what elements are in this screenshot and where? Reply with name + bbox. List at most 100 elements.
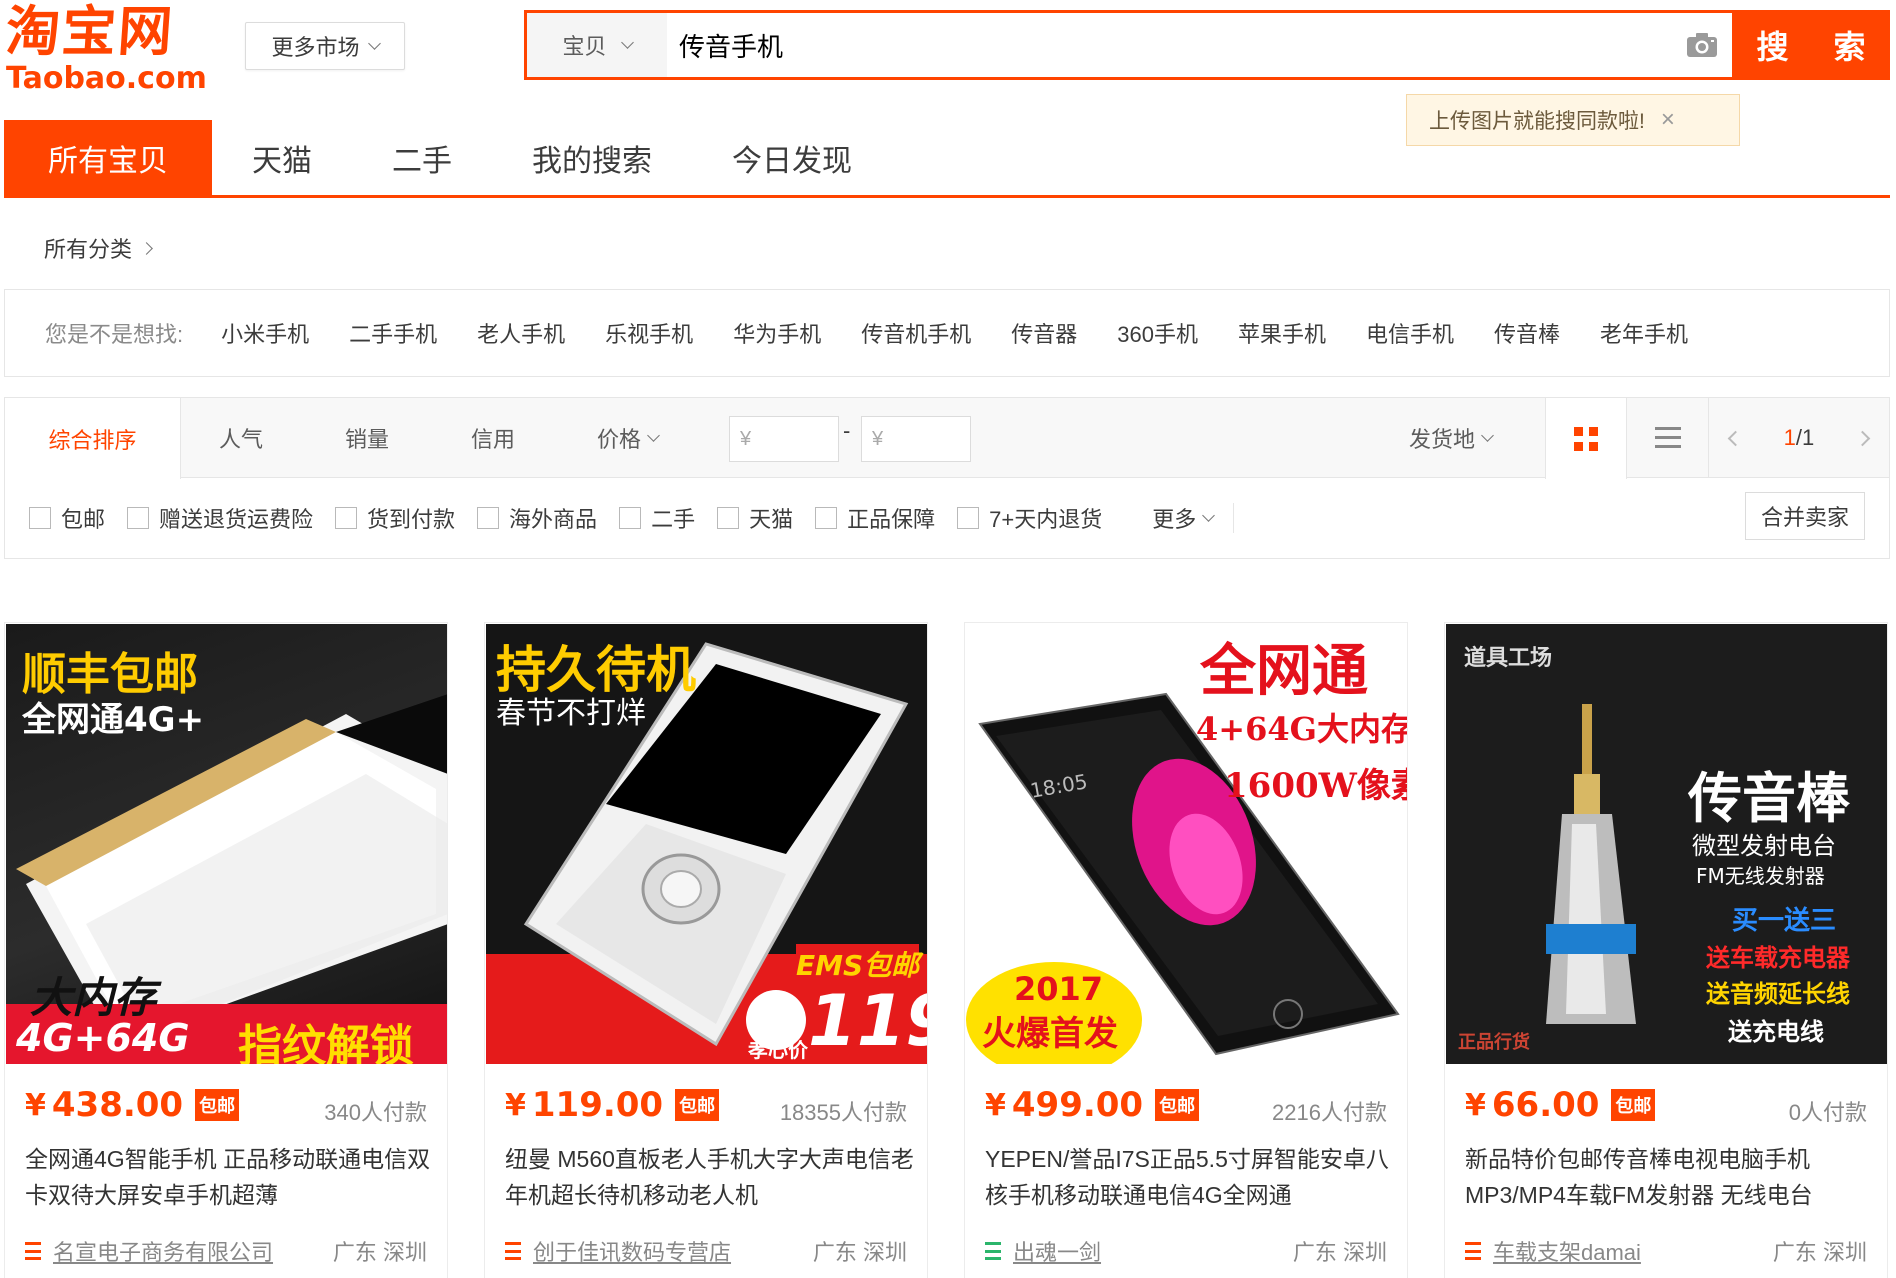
- shop-name: 车载支架damai: [1493, 1240, 1641, 1265]
- sort-sales[interactable]: 销量: [345, 398, 389, 478]
- taobao-logo[interactable]: 淘宝网 Taobao.com: [3, 0, 216, 94]
- product-card[interactable]: 道具工场 传音棒 微型发射电台 FM无线发射器 买一送三 送车载充电器 送音频延…: [1444, 622, 1888, 1278]
- promo-text: 4G+64G: [16, 1016, 190, 1060]
- checkbox[interactable]: [127, 507, 150, 529]
- promo-text: 119: [808, 980, 927, 1062]
- price-max-input[interactable]: ¥: [861, 416, 971, 462]
- filter-cod[interactable]: 货到付款: [335, 502, 455, 534]
- tab-all-items[interactable]: 所有宝贝: [4, 120, 212, 195]
- product-title[interactable]: 全网通4G智能手机 正品移动联通电信双卡双待大屏安卓手机超薄: [25, 1141, 435, 1213]
- promo-text: FM无线发射器: [1696, 864, 1825, 888]
- promo-text: 孝心价: [748, 1038, 808, 1062]
- filter-7day-return[interactable]: 7+天内退货: [957, 502, 1102, 534]
- filter-label: 天猫: [749, 507, 794, 532]
- filter-secondhand[interactable]: 二手: [619, 502, 695, 534]
- suggest-keyword[interactable]: 华为手机: [733, 317, 821, 349]
- promo-text: 微型发射电台: [1692, 832, 1836, 860]
- checkbox[interactable]: [717, 507, 740, 529]
- filter-tmall[interactable]: 天猫: [717, 502, 793, 534]
- filter-return-insurance[interactable]: 赠送退货运费险: [127, 502, 313, 534]
- checkbox[interactable]: [815, 507, 838, 529]
- sort-popularity[interactable]: 人气: [219, 398, 263, 478]
- grid-view-icon[interactable]: [1545, 398, 1627, 479]
- search-input[interactable]: 传音手机: [667, 13, 1672, 77]
- suggest-keyword[interactable]: 360手机: [1117, 317, 1198, 349]
- product-price: ¥438.00 包邮: [25, 1085, 240, 1125]
- search-button[interactable]: 搜 索: [1732, 10, 1890, 80]
- product-image[interactable]: 道具工场 传音棒 微型发射电台 FM无线发射器 买一送三 送车载充电器 送音频延…: [1446, 624, 1887, 1064]
- search-scope-select[interactable]: 宝贝: [527, 13, 667, 77]
- search-tabs: 所有宝贝 天猫 二手 我的搜索 今日发现: [4, 120, 1890, 198]
- product-title[interactable]: YEPEN/誉品I7S正品5.5寸屏智能安卓八核手机移动联通电信4G全网通: [985, 1141, 1395, 1213]
- all-categories-link[interactable]: 所有分类: [44, 232, 153, 264]
- suggest-keyword[interactable]: 小米手机: [221, 317, 309, 349]
- product-image[interactable]: 持久待机 春节不打烊 EMS包邮 孝心价 119: [486, 624, 927, 1064]
- product-price: ¥499.00 包邮: [985, 1085, 1200, 1125]
- currency-symbol: ¥: [25, 1087, 46, 1123]
- price-min-input[interactable]: ¥: [729, 416, 839, 462]
- suggest-keyword[interactable]: 电信手机: [1366, 317, 1454, 349]
- product-title[interactable]: 新品特价包邮传音棒电视电脑手机MP3/MP4车载FM发射器 无线电台: [1465, 1141, 1875, 1213]
- did-you-mean-label: 您是不是想找:: [45, 322, 184, 347]
- promo-text: 2017: [1014, 970, 1104, 1008]
- shop-link[interactable]: 车载支架damai: [1465, 1235, 1641, 1267]
- more-markets-label: 更多市场: [271, 35, 360, 60]
- suggest-keyword[interactable]: 传音器: [1011, 317, 1077, 349]
- tab-secondhand[interactable]: 二手: [352, 120, 492, 195]
- checkbox[interactable]: [477, 507, 500, 529]
- checkbox[interactable]: [957, 507, 980, 529]
- sort-price-label: 价格: [597, 427, 642, 452]
- suggest-keyword[interactable]: 传音机手机: [861, 317, 971, 349]
- camera-icon[interactable]: [1672, 13, 1732, 77]
- product-image[interactable]: 顺丰包邮 全网通4G+ 大内存 4G+64G 指纹解锁: [6, 624, 447, 1064]
- promo-text: 春节不打烊: [496, 696, 646, 731]
- product-sales: 18355人付款: [779, 1100, 907, 1125]
- shop-icon: [985, 1242, 1001, 1260]
- tab-my-searches[interactable]: 我的搜索: [492, 120, 692, 195]
- product-location: 广东 深圳: [1292, 1240, 1387, 1265]
- suggest-keyword[interactable]: 老年手机: [1600, 317, 1688, 349]
- shop-name: 名宣电子商务有限公司: [53, 1240, 274, 1265]
- checkbox[interactable]: [335, 507, 358, 529]
- product-card[interactable]: 顺丰包邮 全网通4G+ 大内存 4G+64G 指纹解锁 ¥438.00 包邮 3…: [4, 622, 448, 1278]
- shop-name: 出魂一剑: [1013, 1240, 1102, 1265]
- suggest-keyword[interactable]: 乐视手机: [605, 317, 693, 349]
- product-card[interactable]: 全网通 4+64G大内存 1600W像素 2017 火爆首发 18:05 ¥49…: [964, 622, 1408, 1278]
- filter-overseas[interactable]: 海外商品: [477, 502, 597, 534]
- filter-genuine[interactable]: 正品保障: [815, 502, 935, 534]
- sort-price[interactable]: 价格: [597, 398, 660, 478]
- filter-label: 7+天内退货: [989, 507, 1103, 532]
- shop-link[interactable]: 出魂一剑: [985, 1235, 1101, 1267]
- filter-label: 正品保障: [847, 507, 936, 532]
- chevron-down-icon: [1202, 508, 1216, 522]
- prev-page-icon[interactable]: [1727, 430, 1744, 446]
- sort-credit[interactable]: 信用: [471, 398, 515, 478]
- price-value: 499.00: [1011, 1085, 1144, 1125]
- logo-text-cn: 淘宝网: [3, 0, 177, 63]
- chevron-down-icon: [1481, 428, 1494, 442]
- suggest-keyword[interactable]: 传音棒: [1494, 317, 1560, 349]
- more-markets-dropdown[interactable]: 更多市场: [245, 22, 405, 70]
- list-view-icon[interactable]: [1627, 398, 1709, 478]
- free-shipping-badge: 包邮: [195, 1089, 240, 1121]
- product-image[interactable]: 全网通 4+64G大内存 1600W像素 2017 火爆首发 18:05: [966, 624, 1407, 1064]
- checkbox[interactable]: [29, 507, 51, 529]
- suggest-keyword[interactable]: 苹果手机: [1238, 317, 1326, 349]
- product-title[interactable]: 纽曼 M560直板老人手机大字大声电信老年机超长待机移动老人机: [505, 1141, 915, 1213]
- tab-today-discover[interactable]: 今日发现: [692, 120, 892, 195]
- filter-free-shipping[interactable]: 包邮: [29, 502, 105, 534]
- sort-default[interactable]: 综合排序: [5, 398, 181, 479]
- checkbox[interactable]: [619, 507, 642, 529]
- suggest-keyword[interactable]: 老人手机: [477, 317, 565, 349]
- shop-link[interactable]: 名宣电子商务有限公司: [25, 1235, 273, 1267]
- ship-from-dropdown[interactable]: 发货地: [1409, 398, 1494, 478]
- chevron-right-icon: [140, 241, 153, 255]
- more-filters-dropdown[interactable]: 更多: [1152, 503, 1235, 533]
- product-card[interactable]: 持久待机 春节不打烊 EMS包邮 孝心价 119 ¥119.00 包邮 1835…: [484, 622, 928, 1278]
- merge-sellers-button[interactable]: 合并卖家: [1745, 492, 1865, 540]
- tab-tmall[interactable]: 天猫: [212, 120, 352, 195]
- shop-name: 创于佳讯数码专营店: [533, 1240, 732, 1265]
- suggest-keyword[interactable]: 二手手机: [349, 317, 437, 349]
- next-page-icon[interactable]: [1854, 430, 1871, 446]
- shop-link[interactable]: 创于佳讯数码专营店: [505, 1235, 731, 1267]
